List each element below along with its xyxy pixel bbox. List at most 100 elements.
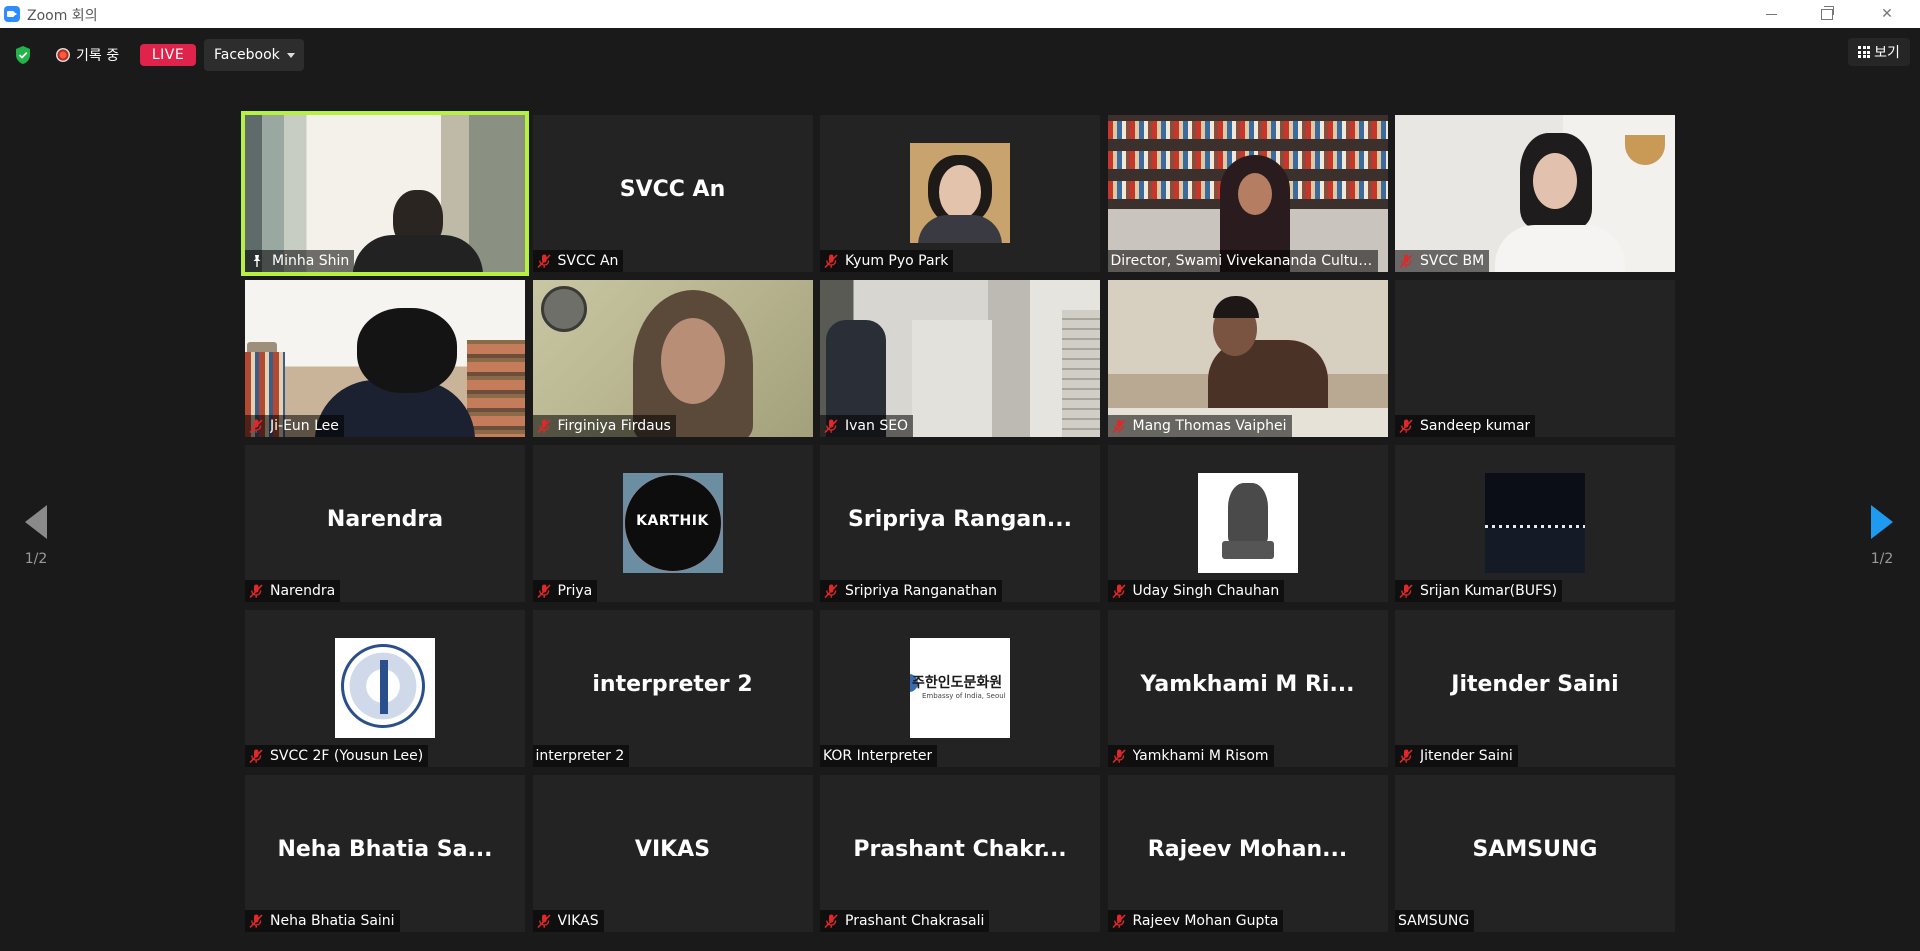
participant-name: Yamkhami M Risom [1132, 748, 1269, 764]
participant-name: Sandeep kumar [1420, 418, 1531, 434]
live-badge[interactable]: LIVE [140, 44, 196, 66]
participant-name: Rajeev Mohan Gupta [1132, 913, 1279, 929]
participant-tile[interactable]: Sandeep kumar [1395, 280, 1675, 437]
participant-name-label: SAMSUNG [1395, 910, 1475, 932]
participant-video [1107, 115, 1388, 272]
participant-name-label: Prashant Chakrasali [820, 910, 990, 932]
participant-tile[interactable]: 주한인도문화원 Embassy of India, Seoul KOR Interp… [820, 610, 1100, 767]
avatar-text: 주한인도문화원 [912, 675, 1003, 691]
participant-tile[interactable]: Firginiya Firdaus [532, 280, 813, 437]
participant-name: SVCC 2F (Yousun Lee) [270, 748, 424, 764]
participant-name: Ivan SEO [845, 418, 909, 434]
participant-display-name: Yamkhami M Ri... [1140, 672, 1355, 697]
participant-tile[interactable]: Prashant Chakr... Prashant Chakrasali [820, 775, 1100, 932]
page-indicator-left: 1/2 [24, 551, 48, 567]
participant-tile[interactable]: Rajeev Mohan... Rajeev Mohan Gupta [1107, 775, 1388, 932]
live-stream-target-dropdown[interactable]: Facebook [204, 39, 304, 71]
participant-name: Firginiya Firdaus [557, 418, 671, 434]
participant-name: SVCC BM [1420, 253, 1485, 269]
participant-tile[interactable]: Mang Thomas Vaiphei [1107, 280, 1388, 437]
participant-name-label: Priya [532, 580, 598, 602]
participant-tile[interactable]: Ivan SEO [820, 280, 1100, 437]
chevron-down-icon [287, 53, 295, 58]
participant-avatar [910, 143, 1010, 243]
muted-mic-icon [1111, 749, 1126, 764]
participant-tile[interactable]: Director, Swami Vivekananda Cultural... [1107, 115, 1388, 272]
participant-name: Srijan Kumar(BUFS) [1420, 583, 1558, 599]
avatar-text: KARTHIK [636, 513, 709, 529]
participant-tile[interactable]: Jitender Saini Jitender Saini [1395, 610, 1675, 767]
muted-mic-icon [249, 749, 263, 764]
page-indicator-right: 1/2 [1870, 551, 1894, 567]
participant-tile[interactable]: SVCC 2F (Yousun Lee) [245, 610, 525, 767]
participant-tile[interactable]: Neha Bhatia Sa... Neha Bhatia Saini [245, 775, 525, 932]
participant-tile[interactable]: interpreter 2 interpreter 2 [532, 610, 813, 767]
participant-tile[interactable]: VIKAS VIKAS [532, 775, 813, 932]
participant-tile[interactable]: Uday Singh Chauhan [1107, 445, 1388, 602]
participant-display-name: VIKAS [634, 837, 711, 862]
participant-video [245, 280, 525, 437]
view-label: 보기 [1874, 45, 1900, 61]
participant-tile[interactable]: Minha Shin [241, 111, 529, 276]
participant-tile[interactable]: Narendra Narendra [245, 445, 525, 602]
participant-display-name: Sripriya Rangan... [848, 507, 1072, 532]
participant-display-name: Jitender Saini [1451, 672, 1619, 697]
participant-name: Prashant Chakrasali [845, 913, 985, 929]
participant-display-name: Narendra [326, 507, 444, 532]
participant-tile[interactable]: Srijan Kumar(BUFS) [1395, 445, 1675, 602]
participant-name-label: Ji-Eun Lee [245, 415, 344, 437]
avatar-text: Embassy of India, Seoul [922, 692, 1006, 700]
next-page-button[interactable]: 1/2 [1864, 505, 1900, 567]
participant-display-name: SAMSUNG [1472, 837, 1598, 862]
close-icon: ✕ [1881, 6, 1893, 22]
participant-avatar: 주한인도문화원 Embassy of India, Seoul [910, 638, 1010, 738]
participant-tile[interactable]: SAMSUNG SAMSUNG [1395, 775, 1675, 932]
participant-name-label: KOR Interpreter [820, 745, 938, 767]
recording-label: 기록 중 [76, 48, 120, 64]
muted-mic-icon [824, 584, 838, 599]
muted-mic-icon [1399, 749, 1413, 764]
close-button[interactable]: ✕ [1864, 0, 1910, 28]
participant-tile[interactable]: Kyum Pyo Park [820, 115, 1100, 272]
muted-mic-icon [1399, 419, 1413, 434]
participant-name-label: Uday Singh Chauhan [1107, 580, 1285, 602]
muted-mic-icon [536, 419, 551, 434]
participant-tile[interactable]: Ji-Eun Lee [245, 280, 525, 437]
view-button[interactable]: 보기 [1848, 38, 1910, 66]
participant-tile[interactable]: KARTHIK Priya [532, 445, 813, 602]
participant-name-label: SVCC 2F (Yousun Lee) [245, 745, 429, 767]
gallery-grid-icon [1858, 46, 1871, 58]
arrow-right-icon [1871, 505, 1893, 539]
participant-video [1107, 280, 1388, 437]
security-shield-icon[interactable] [14, 45, 32, 65]
restore-button[interactable] [1804, 0, 1850, 28]
participant-name-label: Firginiya Firdaus [532, 415, 676, 437]
muted-mic-icon [1399, 584, 1413, 599]
recording-indicator[interactable]: 기록 중 [56, 45, 119, 65]
minimize-button[interactable] [1748, 0, 1794, 28]
stream-target-label: Facebook [214, 47, 280, 63]
participant-display-name: Rajeev Mohan... [1147, 837, 1348, 862]
participant-tile[interactable]: Sripriya Rangan... Sripriya Ranganathan [820, 445, 1100, 602]
muted-mic-icon [249, 419, 263, 434]
participant-name-label: Ivan SEO [820, 415, 914, 437]
previous-page-button[interactable]: 1/2 [18, 505, 54, 567]
participant-name-label: Sripriya Ranganathan [820, 580, 1002, 602]
participant-tile[interactable]: SVCC An SVCC An [532, 115, 813, 272]
muted-mic-icon [536, 584, 551, 599]
participant-name-label: Jitender Saini [1395, 745, 1518, 767]
participant-name-label: Narendra [245, 580, 341, 602]
participant-name-label: SVCC An [532, 250, 624, 272]
participant-video [820, 280, 1100, 437]
participant-name: Jitender Saini [1420, 748, 1513, 764]
gallery-grid: Minha Shin SVCC An SVCC An Kyum Pyo Park Dir… [241, 111, 1675, 933]
participant-name-label: Director, Swami Vivekananda Cultural... [1107, 250, 1378, 272]
participant-avatar [1197, 473, 1298, 573]
participant-tile[interactable]: SVCC BM [1395, 115, 1675, 272]
participant-name: Ji-Eun Lee [270, 418, 339, 434]
participant-tile[interactable]: Yamkhami M Ri... Yamkhami M Risom [1107, 610, 1388, 767]
participant-name-label: Kyum Pyo Park [820, 250, 954, 272]
participant-name-label: Rajeev Mohan Gupta [1107, 910, 1284, 932]
recording-icon [56, 48, 70, 62]
participant-name: interpreter 2 [535, 748, 625, 764]
